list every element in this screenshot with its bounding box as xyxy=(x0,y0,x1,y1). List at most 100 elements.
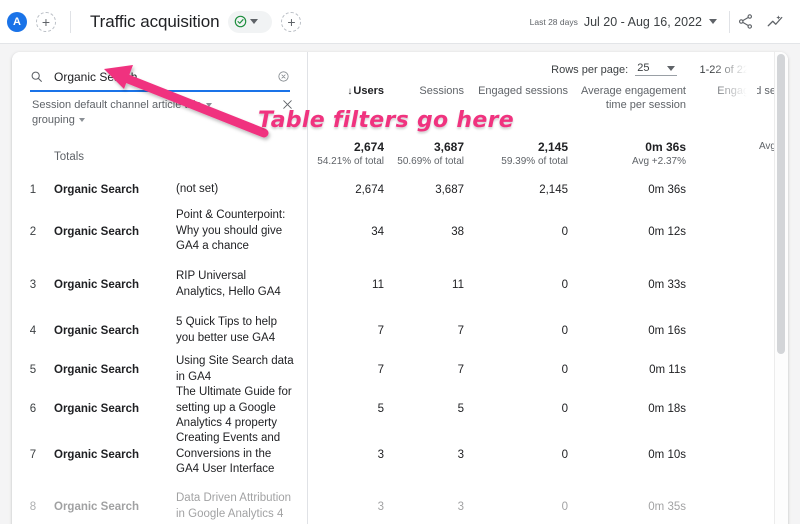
cell-sessions: 11 xyxy=(396,279,476,291)
table-row[interactable]: 7Organic SearchCreating Events and Conve… xyxy=(12,428,308,481)
add-tab-button[interactable]: + xyxy=(36,12,56,32)
date-range-value[interactable]: Jul 20 - Aug 16, 2022 xyxy=(584,15,702,29)
cell-channel-grouping: Organic Search xyxy=(54,449,176,461)
row-index: 4 xyxy=(12,325,54,337)
cell-engaged: 0 xyxy=(476,501,580,513)
annotation-text: Table filters go here xyxy=(258,108,514,133)
row-index: 7 xyxy=(12,449,54,461)
table-row-metrics: 343800m 12s xyxy=(308,205,788,258)
rows-per-page-select[interactable]: 25 xyxy=(635,62,677,76)
cell-users: 3 xyxy=(308,501,396,513)
top-bar-right: Last 28 days Jul 20 - Aug 16, 2022 xyxy=(530,7,800,37)
cell-article-title: Data Driven Attribution in Google Analyt… xyxy=(176,491,308,522)
cell-avg-time: 0m 12s xyxy=(580,226,698,238)
table-row[interactable]: 1Organic Search(not set) xyxy=(12,175,308,205)
totals-subvalue: 59.39% of total xyxy=(476,155,568,169)
table-row-metrics: 7700m 16s xyxy=(308,311,788,350)
table-row[interactable]: 3Organic SearchRIP Universal Analytics, … xyxy=(12,258,308,311)
divider xyxy=(70,11,71,33)
cell-channel-grouping: Organic Search xyxy=(54,501,176,513)
cell-avg-time: 0m 35s xyxy=(580,501,698,513)
cell-channel-grouping: Organic Search xyxy=(54,364,176,376)
cell-channel-grouping: Organic Search xyxy=(54,279,176,291)
cell-users: 2,674 xyxy=(308,184,396,196)
ga4-traffic-acquisition-screen: A + Traffic acquisition + Last 28 days J… xyxy=(0,0,800,524)
totals-cell-users: 2,674 54.21% of total xyxy=(308,140,396,174)
pagination-control: Rows per page: 25 1-22 of 22 xyxy=(551,62,749,76)
cell-engaged: 2,145 xyxy=(476,184,580,196)
insights-button[interactable] xyxy=(760,7,790,37)
row-index: 3 xyxy=(12,279,54,291)
table-row[interactable]: 2Organic SearchPoint & Counterpoint: Why… xyxy=(12,205,308,258)
row-index: 6 xyxy=(12,403,54,415)
cell-article-title: Using Site Search data in GA4 xyxy=(176,354,308,385)
table-row[interactable]: 4Organic Search5 Quick Tips to help you … xyxy=(12,311,308,350)
top-bar: A + Traffic acquisition + Last 28 days J… xyxy=(0,0,800,44)
table-row[interactable]: 6Organic SearchThe Ultimate Guide for se… xyxy=(12,389,308,428)
search-field[interactable]: Organic Search xyxy=(30,63,290,92)
cell-channel-grouping: Organic Search xyxy=(54,184,176,196)
cell-article-title: The Ultimate Guide for setting up a Goog… xyxy=(176,385,308,432)
column-label: Users xyxy=(353,85,384,97)
table-row[interactable]: 5Organic SearchUsing Site Search data in… xyxy=(12,350,308,389)
cell-channel-grouping: Organic Search xyxy=(54,403,176,415)
cell-avg-time: 0m 11s xyxy=(580,364,698,376)
filter-chip-label: article title xyxy=(152,99,202,111)
totals-subvalue: Avg +2.37% xyxy=(580,155,686,169)
cell-channel-grouping: Organic Search xyxy=(54,325,176,337)
cell-article-title: Point & Counterpoint: Why you should giv… xyxy=(176,208,308,255)
column-header-avg-engagement-time[interactable]: Average engagement time per session xyxy=(580,82,698,136)
cell-users: 3 xyxy=(308,449,396,461)
filter-chip-dimension-1[interactable]: Session default channel grouping xyxy=(32,98,152,128)
cell-engaged: 0 xyxy=(476,279,580,291)
sort-arrow-icon: ↓ xyxy=(347,86,352,97)
cell-article-title: 5 Quick Tips to help you better use GA4 xyxy=(176,315,308,346)
date-range-chevron-icon[interactable] xyxy=(709,19,717,24)
totals-label: Totals xyxy=(54,151,176,163)
cell-engaged: 0 xyxy=(476,325,580,337)
add-comparison-button[interactable]: + xyxy=(281,12,301,32)
cell-engaged: 0 xyxy=(476,364,580,376)
cell-avg-time: 0m 10s xyxy=(580,449,698,461)
status-badge[interactable] xyxy=(228,11,272,33)
table-row-metrics: 7700m 11s xyxy=(308,350,788,389)
cell-engaged: 0 xyxy=(476,449,580,461)
vertical-scrollbar[interactable] xyxy=(774,52,788,524)
table-row[interactable]: 8Organic SearchData Driven Attribution i… xyxy=(12,481,308,524)
cell-engaged: 0 xyxy=(476,226,580,238)
cell-sessions: 5 xyxy=(396,403,476,415)
cell-users: 7 xyxy=(308,364,396,376)
cell-channel-grouping: Organic Search xyxy=(54,226,176,238)
table-row-metrics: 5500m 18s xyxy=(308,389,788,428)
cell-users: 5 xyxy=(308,403,396,415)
totals-subvalue: Avg xyxy=(698,140,776,154)
insights-icon xyxy=(766,13,784,31)
row-index: 2 xyxy=(12,226,54,238)
cell-article-title: (not set) xyxy=(176,182,308,198)
totals-row-label: Totals xyxy=(12,140,308,174)
table-row-metrics: 2,6743,6872,1450m 36s xyxy=(308,175,788,205)
totals-value: 2,674 xyxy=(308,140,384,155)
totals-subvalue: 50.69% of total xyxy=(396,155,464,169)
cell-article-title: Creating Events and Conversions in the G… xyxy=(176,431,308,478)
chevron-down-icon xyxy=(667,66,675,71)
clear-circle-icon[interactable] xyxy=(277,70,290,83)
avatar[interactable]: A xyxy=(7,12,27,32)
cell-sessions: 3 xyxy=(396,501,476,513)
chevron-down-icon xyxy=(250,19,258,24)
filter-chip-dimension-2[interactable]: article title xyxy=(152,98,252,113)
cell-engaged: 0 xyxy=(476,403,580,415)
totals-value: 3,687 xyxy=(396,140,464,155)
share-icon xyxy=(737,13,754,30)
cell-users: 11 xyxy=(308,279,396,291)
rows-per-page-value: 25 xyxy=(637,62,649,74)
share-button[interactable] xyxy=(730,7,760,37)
row-index: 5 xyxy=(12,364,54,376)
row-index: 1 xyxy=(12,184,54,196)
date-preset-label: Last 28 days xyxy=(530,17,578,27)
cell-users: 7 xyxy=(308,325,396,337)
scrollbar-thumb[interactable] xyxy=(777,54,785,354)
search-input[interactable]: Organic Search xyxy=(54,70,277,84)
check-circle-icon xyxy=(234,15,247,28)
cell-users: 34 xyxy=(308,226,396,238)
